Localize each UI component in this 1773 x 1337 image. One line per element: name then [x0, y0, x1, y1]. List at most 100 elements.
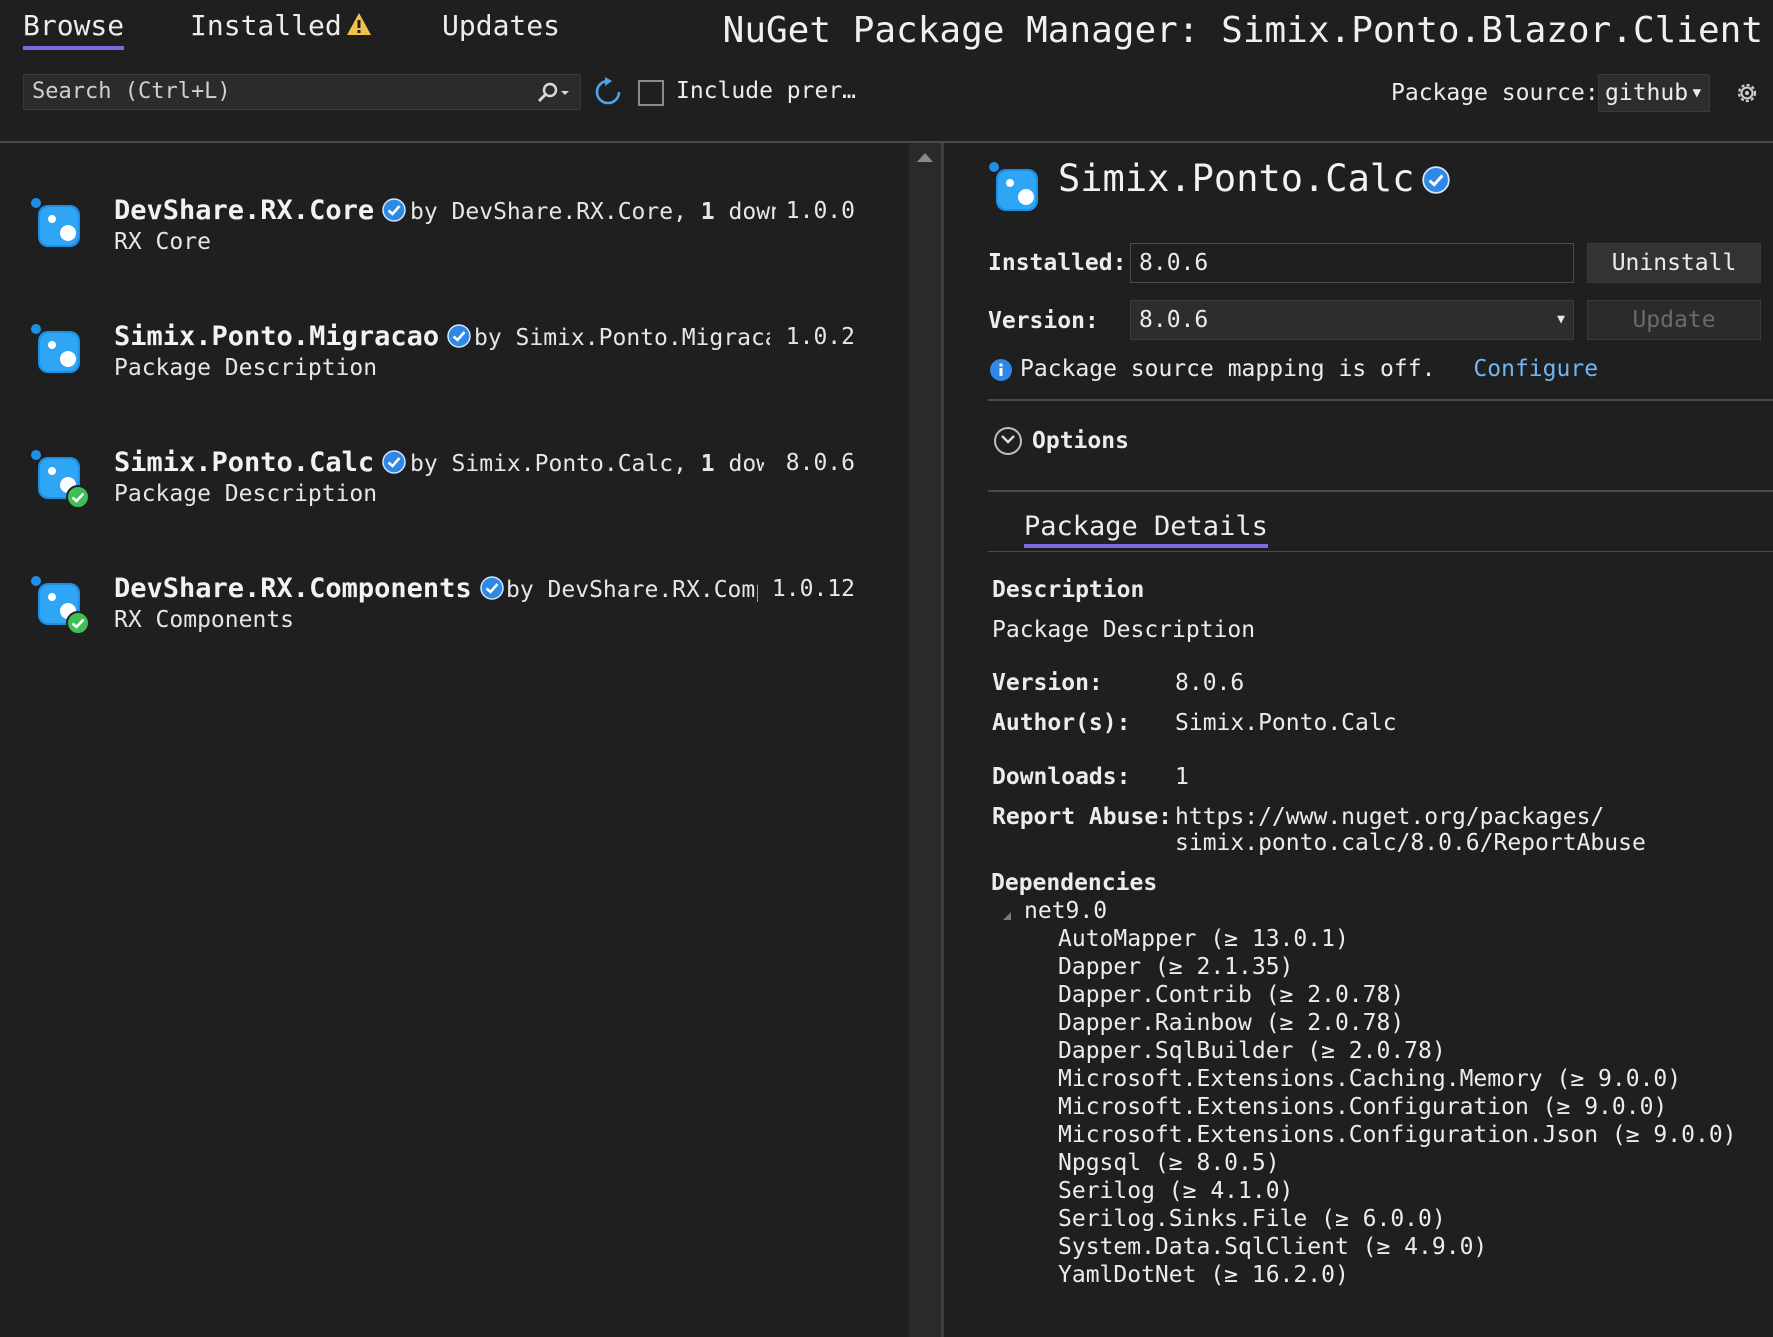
package-source-value: github	[1605, 80, 1689, 106]
verified-icon	[479, 576, 504, 607]
installed-label: Installed:	[988, 250, 1127, 276]
package-description: Package Description	[114, 481, 378, 507]
tab-installed[interactable]: Installed	[190, 8, 372, 45]
dependency-item: Serilog (≥ 4.1.0)	[1058, 1178, 1294, 1204]
detail-title-text: Simix.Ponto.Calc	[1058, 157, 1415, 200]
version-select[interactable]: 8.0.6 ▼	[1130, 300, 1574, 340]
package-icon	[986, 159, 1046, 223]
divider	[988, 490, 1773, 492]
search-placeholder: Search (Ctrl+L)	[32, 79, 231, 104]
refresh-icon[interactable]	[593, 77, 623, 111]
installed-version-field: 8.0.6	[1130, 243, 1574, 283]
collapse-triangle-icon[interactable]	[1002, 906, 1012, 925]
list-item[interactable]: Simix.Ponto.Migracao by Simix.Ponto.Migr…	[0, 269, 900, 381]
package-name: Simix.Ponto.Calc	[114, 447, 406, 481]
detail-title: Simix.Ponto.Calc	[1058, 157, 1451, 203]
package-author-text: by Simix.Ponto.Migracao	[474, 325, 770, 351]
package-name-text: DevShare.RX.Core	[114, 195, 375, 226]
dependency-item: Microsoft.Extensions.Configuration.Json …	[1058, 1122, 1737, 1148]
package-author-text: by DevShare.RX.Core,	[410, 199, 701, 225]
downloads-value: 1	[1175, 764, 1189, 790]
package-name: DevShare.RX.Components	[114, 573, 504, 607]
report-abuse-link-line1[interactable]: https://www.nuget.org/packages/	[1175, 804, 1646, 830]
framework-group[interactable]: net9.0	[1024, 898, 1107, 924]
search-input[interactable]: Search (Ctrl+L)	[23, 74, 581, 110]
configure-link[interactable]: Configure	[1473, 356, 1598, 382]
dependency-item: Dapper.Rainbow (≥ 2.0.78)	[1058, 1010, 1405, 1036]
dependency-item: Microsoft.Extensions.Configuration (≥ 9.…	[1058, 1094, 1668, 1120]
package-version: 1.0.12	[771, 576, 855, 602]
package-version: 8.0.6	[785, 450, 855, 476]
detail-version-label: Version:	[992, 670, 1103, 696]
package-icon	[28, 447, 92, 515]
list-scrollbar[interactable]	[909, 143, 941, 1337]
divider	[988, 551, 1773, 552]
chevron-down-icon: ▼	[1557, 312, 1565, 327]
source-mapping-message: Package source mapping is off.	[1020, 356, 1436, 382]
uninstall-button[interactable]: Uninstall	[1587, 243, 1761, 283]
report-abuse-link-line2[interactable]: simix.ponto.calc/8.0.6/ReportAbuse	[1175, 830, 1646, 856]
list-item[interactable]: Simix.Ponto.Calc by Simix.Ponto.Calc, 1 …	[0, 395, 900, 509]
package-icon	[28, 321, 88, 385]
include-prerelease-checkbox[interactable]	[638, 80, 664, 106]
dependency-item: AutoMapper (≥ 13.0.1)	[1058, 926, 1349, 952]
package-list: DevShare.RX.Core by DevShare.RX.Core, 1 …	[0, 143, 910, 1337]
detail-version-value: 8.0.6	[1175, 670, 1245, 696]
package-name-text: Simix.Ponto.Calc	[114, 447, 375, 478]
package-description: Package Description	[114, 355, 378, 381]
list-item[interactable]: DevShare.RX.Core by DevShare.RX.Core, 1 …	[0, 143, 900, 255]
options-label[interactable]: Options	[1032, 428, 1129, 454]
warning-icon	[346, 9, 372, 45]
package-source-label: Package source:	[1391, 80, 1599, 106]
include-prerelease-label: Include prer…	[676, 78, 857, 104]
package-icon	[28, 573, 92, 641]
report-abuse-link[interactable]: https://www.nuget.org/packages/simix.pon…	[1175, 804, 1646, 856]
dependency-item: System.Data.SqlClient (≥ 4.9.0)	[1058, 1234, 1488, 1260]
package-icon	[28, 195, 88, 259]
verified-icon	[447, 324, 471, 355]
package-author-text: by DevShare.RX.Comp	[506, 577, 758, 603]
tab-browse[interactable]: Browse	[23, 8, 125, 50]
package-author: by DevShare.RX.Comp	[506, 577, 758, 603]
description-heading: Description	[992, 577, 1145, 603]
package-version: 1.0.0	[785, 198, 855, 224]
list-item[interactable]: DevShare.RX.Components by DevShare.RX.Co…	[0, 521, 900, 635]
download-suffix: downl	[728, 199, 777, 225]
package-author: by Simix.Ponto.Calc, 1 downl	[410, 451, 764, 477]
chevron-down-icon: ▼	[1692, 85, 1701, 101]
verified-icon	[382, 450, 406, 481]
scroll-up-arrow-icon[interactable]	[917, 153, 933, 162]
dependency-item: Npgsql (≥ 8.0.5)	[1058, 1150, 1280, 1176]
package-author: by DevShare.RX.Core, 1 downl	[410, 199, 776, 225]
dependency-item: Dapper.SqlBuilder (≥ 2.0.78)	[1058, 1038, 1446, 1064]
search-icon[interactable]	[536, 81, 572, 115]
package-detail-pane: Simix.Ponto.Calc Installed: 8.0.6 Uninst…	[944, 143, 1773, 1337]
dependency-item: Dapper.Contrib (≥ 2.0.78)	[1058, 982, 1405, 1008]
package-author-text: by Simix.Ponto.Calc,	[410, 451, 701, 477]
package-author: by Simix.Ponto.Migracao	[474, 325, 770, 351]
authors-value: Simix.Ponto.Calc	[1175, 710, 1397, 736]
authors-label: Author(s):	[992, 710, 1131, 736]
report-abuse-label: Report Abuse:	[992, 804, 1173, 830]
window-title: NuGet Package Manager: Simix.Ponto.Blazo…	[722, 10, 1763, 51]
divider	[988, 399, 1773, 401]
tab-installed-label: Installed	[190, 9, 342, 42]
downloads-label: Downloads:	[992, 764, 1131, 790]
source-mapping-text: Package source mapping is off. Configure	[1020, 356, 1598, 382]
gear-icon[interactable]	[1734, 80, 1760, 110]
options-expand-button[interactable]	[994, 427, 1022, 455]
dependencies-heading: Dependencies	[991, 870, 1158, 896]
package-name-text: Simix.Ponto.Migracao	[114, 321, 440, 352]
verified-icon	[1422, 160, 1451, 203]
package-name-text: DevShare.RX.Components	[114, 573, 472, 604]
version-label: Version:	[988, 308, 1099, 334]
dependency-item: Microsoft.Extensions.Caching.Memory (≥ 9…	[1058, 1066, 1682, 1092]
dependency-item: Serilog.Sinks.File (≥ 6.0.0)	[1058, 1206, 1446, 1232]
verified-icon	[382, 198, 406, 229]
update-button[interactable]: Update	[1587, 300, 1761, 340]
package-name: Simix.Ponto.Migracao	[114, 321, 471, 355]
tab-updates[interactable]: Updates	[442, 8, 560, 44]
package-source-select[interactable]: github ▼	[1598, 74, 1710, 112]
package-name: DevShare.RX.Core	[114, 195, 406, 229]
tab-package-details[interactable]: Package Details	[1024, 511, 1268, 548]
